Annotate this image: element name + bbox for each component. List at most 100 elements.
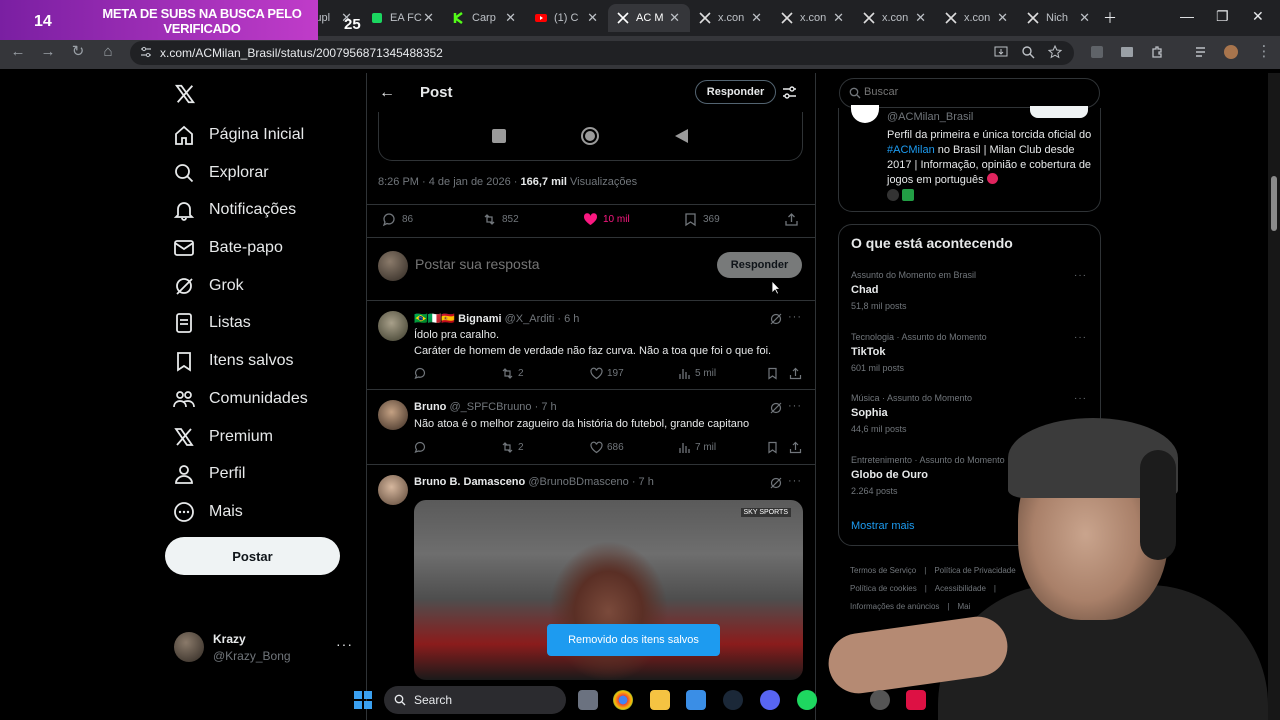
more-options-icon[interactable]: ··· <box>788 311 802 323</box>
compose-reply-button[interactable]: Responder <box>717 252 802 278</box>
nav-more[interactable]: Mais <box>173 497 243 527</box>
windows-start-icon[interactable] <box>353 690 373 710</box>
avatar[interactable] <box>174 632 204 662</box>
discord-icon[interactable] <box>760 690 780 710</box>
grok-icon[interactable] <box>770 402 782 414</box>
reply-repost-button[interactable]: 2 <box>501 441 524 454</box>
profile-avatar-icon[interactable] <box>1224 45 1238 59</box>
tab-8[interactable]: x.con ✕ <box>854 4 936 32</box>
site-info-icon[interactable] <box>140 46 152 58</box>
minimize-icon[interactable]: — <box>1180 8 1194 24</box>
more-options-icon[interactable]: ··· <box>1074 332 1087 343</box>
tab-5-active[interactable]: AC M ✕ <box>608 4 690 32</box>
close-tab-icon[interactable]: ✕ <box>997 10 1008 26</box>
trend-item[interactable]: Tecnologia · Assunto do Momento TikTok 6… <box>838 332 1101 390</box>
post-button[interactable]: Postar <box>165 537 340 575</box>
reply-like-button[interactable]: 686 <box>590 441 624 454</box>
reply-comment-button[interactable] <box>414 441 431 454</box>
hashtag-link[interactable]: #ACMilan <box>887 144 935 156</box>
reply-item[interactable]: Bruno @_SPFCBruuno · 7 h ··· Não atoa é … <box>366 390 816 465</box>
reply-author-name[interactable]: Bruno <box>414 401 446 413</box>
steam-icon[interactable] <box>723 690 743 710</box>
extension-a-icon[interactable] <box>1090 45 1104 59</box>
nav-lists[interactable]: Listas <box>173 308 251 338</box>
browser-menu-icon[interactable]: ⋮ <box>1256 44 1272 60</box>
reply-author-name[interactable]: Bruno B. Damasceno <box>414 476 525 488</box>
chrome-icon[interactable] <box>613 690 633 710</box>
reply-repost-button[interactable]: 2 <box>501 367 524 380</box>
close-tab-icon[interactable]: ✕ <box>669 10 680 26</box>
reply-like-button[interactable]: 197 <box>590 367 624 380</box>
maximize-icon[interactable]: ❐ <box>1216 8 1229 25</box>
reply-author-handle[interactable]: @X_Arditi <box>505 313 555 325</box>
reply-count-button[interactable]: 86 <box>382 212 413 227</box>
close-tab-icon[interactable]: ✕ <box>833 10 844 26</box>
scrollbar-thumb[interactable] <box>1271 176 1277 231</box>
account-more-icon[interactable]: ··· <box>336 636 353 652</box>
tab-6[interactable]: x.con ✕ <box>690 4 772 32</box>
extension-b-icon[interactable] <box>1120 45 1134 59</box>
reply-author-handle[interactable]: @_SPFCBruuno <box>449 401 531 413</box>
new-tab-icon[interactable]: ＋ <box>1103 8 1117 28</box>
taskbar-search[interactable] <box>384 686 566 714</box>
follow-button[interactable] <box>1030 106 1088 118</box>
file-explorer-icon[interactable] <box>650 690 670 710</box>
reply-share-button[interactable] <box>789 367 806 380</box>
home-browser-icon[interactable]: ⌂ <box>100 44 116 60</box>
extensions-puzzle-icon[interactable] <box>1150 45 1164 59</box>
repost-count-button[interactable]: 852 <box>482 212 519 227</box>
nav-home[interactable]: Página Inicial <box>173 120 304 150</box>
close-tab-icon[interactable]: ✕ <box>505 10 516 26</box>
app-icon[interactable] <box>906 690 926 710</box>
zoom-icon[interactable] <box>1021 45 1035 59</box>
media-control-icon[interactable] <box>1195 45 1209 59</box>
grok-icon[interactable] <box>770 313 782 325</box>
search-input[interactable] <box>864 86 1084 98</box>
grok-icon[interactable] <box>770 477 782 489</box>
task-view-icon[interactable] <box>578 690 598 710</box>
bookmark-count-button[interactable]: 369 <box>683 212 720 227</box>
close-tab-icon[interactable]: ✕ <box>1079 10 1090 26</box>
like-count-button[interactable]: 10 mil <box>583 212 630 227</box>
close-tab-icon[interactable]: ✕ <box>751 10 762 26</box>
more-options-icon[interactable]: ··· <box>1074 393 1087 404</box>
play-back-icon[interactable] <box>672 127 690 145</box>
nav-chat[interactable]: Bate-papo <box>173 233 283 263</box>
reply-bookmark-button[interactable] <box>766 367 783 380</box>
nav-profile[interactable]: Perfil <box>173 459 245 489</box>
avatar[interactable] <box>378 311 408 341</box>
reply-header-button[interactable]: Responder <box>695 80 776 104</box>
profile-handle[interactable]: @ACMilan_Brasil <box>887 111 973 123</box>
nav-notifications[interactable]: Notificações <box>173 195 296 225</box>
stop-icon[interactable] <box>490 127 508 145</box>
more-options-icon[interactable]: ··· <box>1074 270 1087 281</box>
nav-premium[interactable]: Premium <box>173 422 273 452</box>
reply-author-name[interactable]: Bignami <box>458 313 501 325</box>
avatar[interactable] <box>378 400 408 430</box>
forward-icon[interactable]: → <box>40 44 56 60</box>
reply-comment-button[interactable] <box>414 367 431 380</box>
reload-icon[interactable]: ↻ <box>70 44 86 60</box>
tab-4[interactable]: (1) C ✕ <box>526 4 608 32</box>
back-arrow-icon[interactable]: ← <box>379 84 395 102</box>
close-tab-icon[interactable]: ✕ <box>587 10 598 26</box>
share-button[interactable] <box>784 212 804 227</box>
reply-views-button[interactable]: 7 mil <box>678 441 716 454</box>
spotify-icon[interactable] <box>797 690 817 710</box>
more-options-icon[interactable]: ··· <box>788 400 802 412</box>
x-logo-icon[interactable] <box>174 83 196 105</box>
close-tab-icon[interactable]: ✕ <box>423 10 434 26</box>
record-icon[interactable] <box>581 127 599 145</box>
store-icon[interactable] <box>686 690 706 710</box>
star-icon[interactable] <box>1048 45 1062 59</box>
reply-item[interactable]: 🇧🇷🇮🇹🇪🇸 Bignami @X_Arditi · 6 h ··· Ídolo… <box>366 301 816 390</box>
install-icon[interactable] <box>994 45 1008 59</box>
nav-explore[interactable]: Explorar <box>173 158 269 188</box>
reply-input[interactable] <box>415 256 695 272</box>
more-options-icon[interactable]: ··· <box>788 475 802 487</box>
tab-9[interactable]: x.con ✕ <box>936 4 1018 32</box>
avatar[interactable] <box>378 475 408 505</box>
reply-bookmark-button[interactable] <box>766 441 783 454</box>
close-tab-icon[interactable]: ✕ <box>915 10 926 26</box>
tab-3[interactable]: Carp ✕ <box>444 4 526 32</box>
